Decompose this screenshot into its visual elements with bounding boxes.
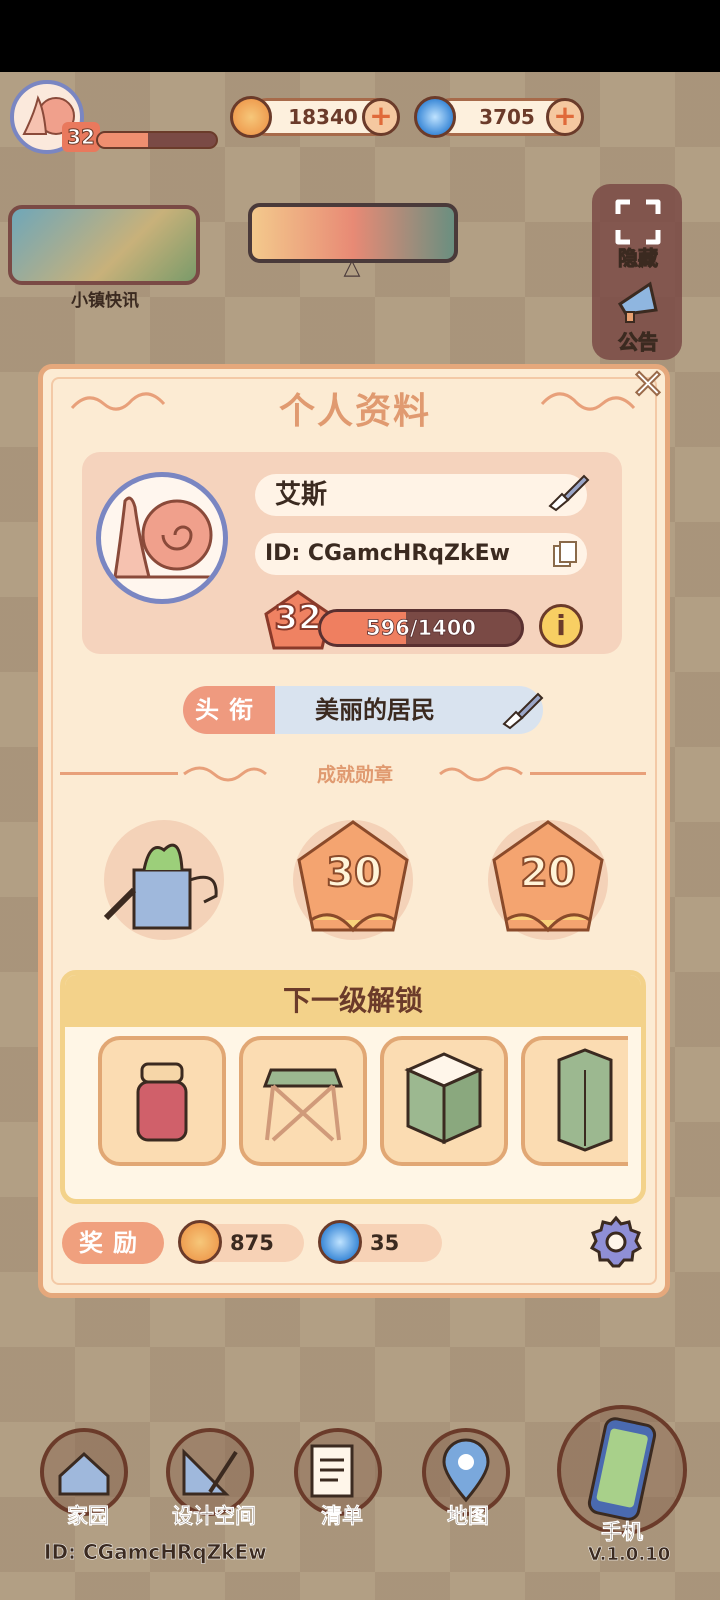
add-gems-button[interactable]: + bbox=[546, 98, 584, 136]
triangle-up-icon[interactable]: △ bbox=[337, 256, 367, 280]
notice-button[interactable]: 公告 bbox=[600, 326, 676, 355]
jam-jar-icon bbox=[136, 1062, 188, 1142]
achievements-label: 成就勋章 bbox=[316, 764, 393, 786]
divider-right bbox=[530, 772, 646, 775]
player-title-row: 头衔 美丽的居民 bbox=[183, 686, 543, 734]
wardrobe-icon bbox=[557, 1048, 613, 1152]
copy-icon[interactable] bbox=[552, 540, 578, 570]
unlock-item-jam-jar[interactable] bbox=[98, 1036, 226, 1166]
megaphone-icon[interactable] bbox=[612, 274, 664, 326]
unlock-item-cabinet[interactable] bbox=[380, 1036, 508, 1166]
cabinet-icon bbox=[404, 1052, 484, 1145]
modal-title: 个人资料 bbox=[278, 391, 431, 432]
flourish-right-icon bbox=[540, 392, 636, 411]
gear-icon[interactable] bbox=[588, 1214, 644, 1270]
badge-30-number: 30 bbox=[325, 849, 383, 897]
player-avatar[interactable] bbox=[96, 472, 228, 604]
footer-id: ID: CGamcHRqZkEw bbox=[44, 1540, 267, 1565]
player-name: 艾斯 bbox=[255, 474, 587, 516]
nav-design-label: 设计空间 bbox=[172, 1504, 257, 1529]
divider-left bbox=[60, 772, 178, 775]
divider-flourish-left-icon bbox=[183, 766, 267, 782]
xp-bar-small bbox=[96, 131, 218, 149]
info-icon[interactable]: i bbox=[539, 604, 583, 648]
add-coins-button[interactable]: + bbox=[362, 98, 400, 136]
player-id: ID: CGamcHRqZkEw bbox=[255, 533, 587, 575]
stool-icon bbox=[262, 1068, 344, 1142]
unlock-item-stool[interactable] bbox=[239, 1036, 367, 1166]
reward-label: 奖励 bbox=[62, 1222, 164, 1264]
level-badge-small: 32 bbox=[62, 122, 100, 152]
swirl-gem-icon bbox=[414, 96, 456, 138]
edit-name-icon[interactable] bbox=[546, 472, 590, 512]
hide-button[interactable]: 隐藏 bbox=[600, 242, 676, 271]
town-news-button[interactable] bbox=[8, 205, 200, 285]
town-news-label: 小镇快讯 bbox=[71, 291, 139, 311]
fullscreen-icon[interactable] bbox=[612, 196, 664, 248]
xp-text: 596/1400 bbox=[366, 616, 477, 641]
coin-icon bbox=[178, 1220, 222, 1264]
swirl-gem-icon bbox=[318, 1220, 362, 1264]
title-tag: 头衔 bbox=[183, 686, 275, 734]
watering-can-badge-icon[interactable] bbox=[94, 810, 234, 950]
unlock-items-scroller[interactable] bbox=[90, 1034, 628, 1170]
flourish-left-icon bbox=[70, 392, 166, 411]
nav-list-label: 清单 bbox=[321, 1504, 364, 1529]
version-label: V.1.0.10 bbox=[588, 1544, 671, 1566]
unlock-title: 下一级解锁 bbox=[65, 975, 641, 1027]
status-bar bbox=[0, 0, 720, 72]
snail-avatar-icon bbox=[113, 496, 213, 579]
edit-title-icon[interactable] bbox=[500, 690, 544, 730]
title-value: 美丽的居民 bbox=[315, 696, 435, 724]
unlock-item-wardrobe[interactable] bbox=[521, 1036, 628, 1166]
nav-phone-label: 手机 bbox=[601, 1520, 644, 1545]
nav-map-label: 地图 bbox=[447, 1504, 490, 1529]
xp-bar-small-fill bbox=[98, 133, 148, 147]
badge-20-number: 20 bbox=[519, 849, 577, 897]
phone-icon bbox=[587, 1417, 657, 1521]
divider-flourish-right-icon bbox=[439, 766, 523, 782]
weather-widget[interactable] bbox=[248, 203, 458, 263]
coin-icon bbox=[230, 96, 272, 138]
nav-home-label: 家园 bbox=[67, 1504, 110, 1529]
